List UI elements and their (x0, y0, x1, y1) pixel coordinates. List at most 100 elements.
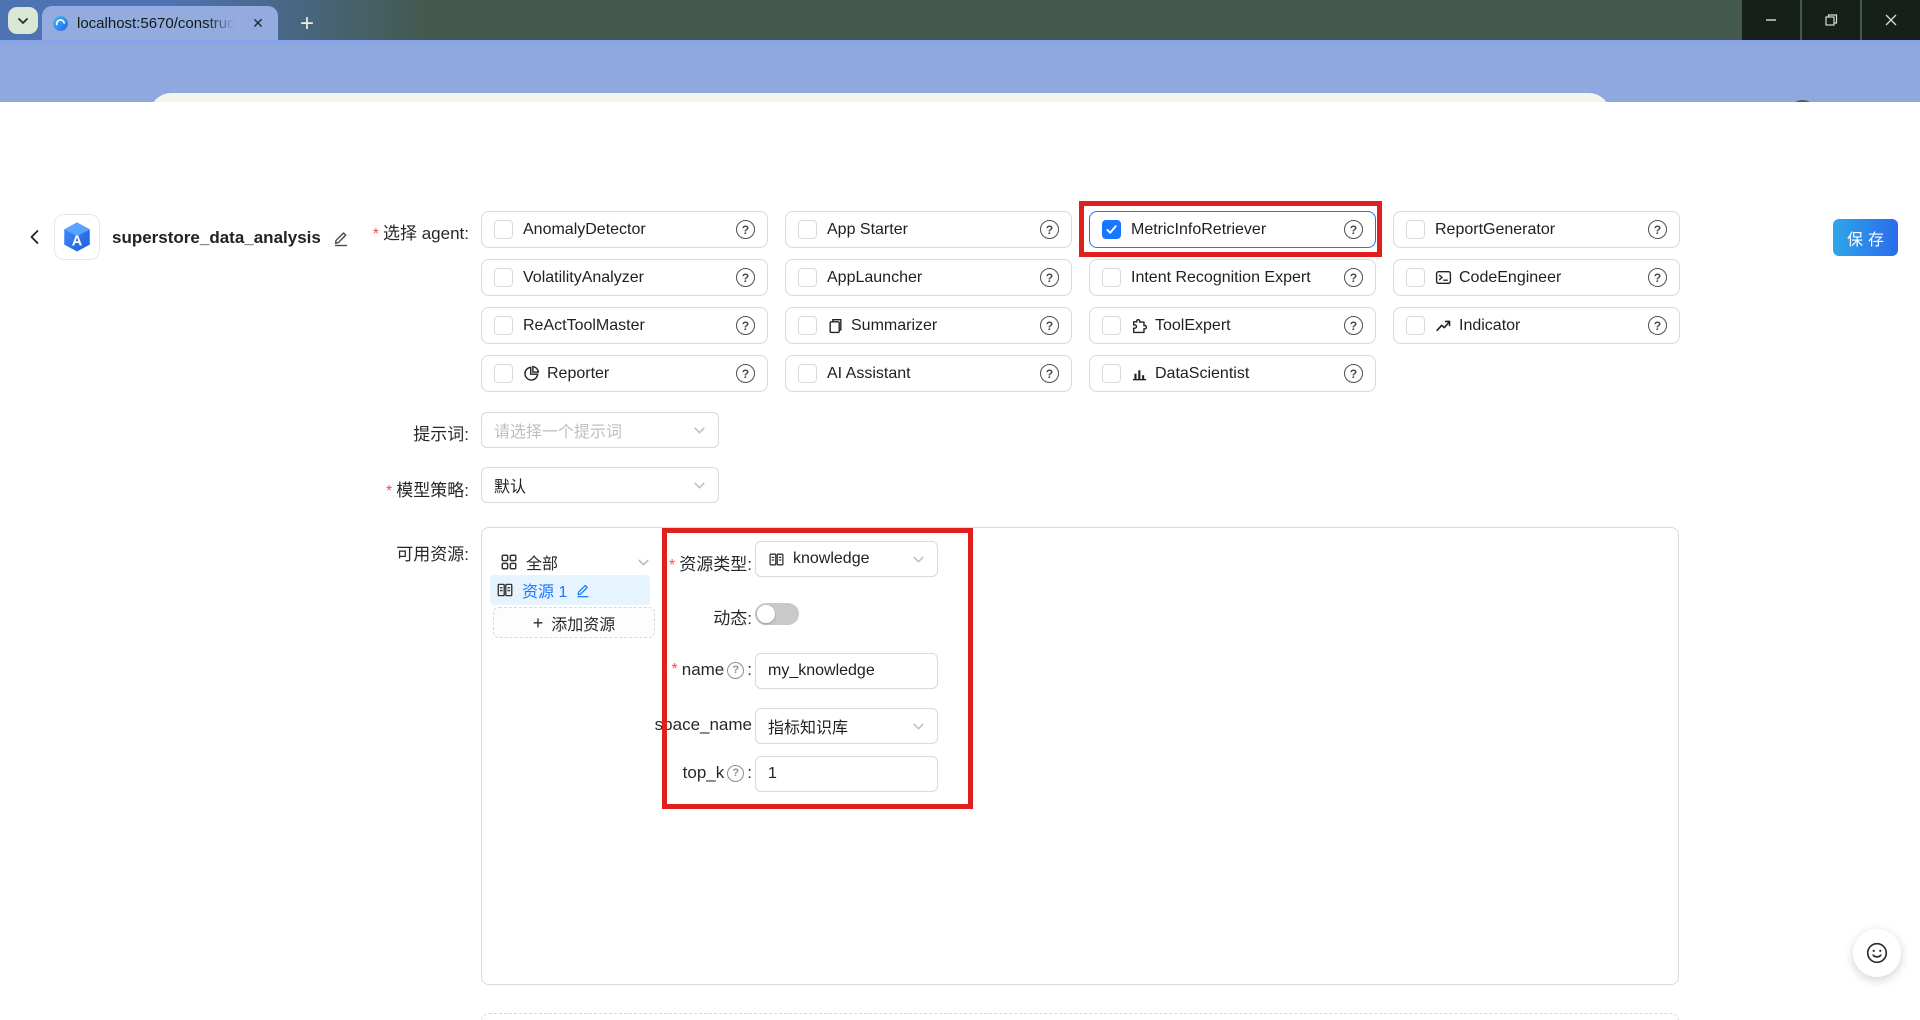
agent-checkbox[interactable] (494, 220, 513, 239)
prompt-select-placeholder: 请选择一个提示词 (494, 418, 622, 442)
terminal-icon (1435, 269, 1452, 286)
agent-checkbox[interactable] (1102, 268, 1121, 287)
agent-label: App Starter (827, 221, 908, 239)
feedback-button[interactable] (1853, 929, 1901, 977)
agent-card-codeengineer[interactable]: CodeEngineer ? (1393, 259, 1680, 296)
agent-checkbox[interactable] (798, 316, 817, 335)
chevron-down-icon (693, 424, 706, 437)
resources-panel (481, 527, 1679, 985)
agent-card-datascientist[interactable]: DataScientist ? (1089, 355, 1376, 392)
tab-search-button[interactable] (8, 7, 38, 34)
help-icon[interactable]: ? (1040, 364, 1059, 383)
agent-card-volatilityanalyzer[interactable]: VolatilityAnalyzer ? (481, 259, 768, 296)
agent-card-reportgenerator[interactable]: ReportGenerator ? (1393, 211, 1680, 248)
model-strategy-field-label: *模型策略: (386, 476, 469, 501)
agent-label: VolatilityAnalyzer (523, 269, 644, 287)
svg-text:A: A (72, 234, 83, 250)
agent-card-summarizer[interactable]: Summarizer ? (785, 307, 1072, 344)
minimize-icon[interactable] (1742, 0, 1800, 40)
agent-checkbox[interactable] (798, 364, 817, 383)
tab-title: localhost:5670/construct/app (77, 15, 235, 32)
chevron-down-icon (17, 15, 29, 27)
help-icon[interactable]: ? (1648, 220, 1667, 239)
browser-tab[interactable]: localhost:5670/construct/app ✕ (42, 6, 278, 40)
new-tab-button[interactable]: + (292, 9, 322, 39)
agent-card-intent-recognition-expert[interactable]: Intent Recognition Expert ? (1089, 259, 1376, 296)
agent-checkbox[interactable] (494, 364, 513, 383)
agent-checkbox[interactable] (494, 316, 513, 335)
help-icon[interactable]: ? (736, 220, 755, 239)
model-strategy-select[interactable]: 默认 (481, 467, 719, 503)
help-icon[interactable]: ? (736, 316, 755, 335)
chevron-down-icon[interactable] (637, 556, 650, 569)
resource-tree-all[interactable]: 全部 (500, 549, 650, 575)
agent-card-anomalydetector[interactable]: AnomalyDetector ? (481, 211, 768, 248)
edit-resource-icon[interactable] (575, 582, 591, 598)
prompt-field-label: 提示词: (413, 420, 469, 445)
edit-title-icon[interactable] (332, 229, 350, 247)
page-title: superstore_data_analysis (112, 228, 321, 248)
agent-checkbox[interactable] (1102, 316, 1121, 335)
agent-label: Summarizer (851, 317, 937, 335)
help-icon[interactable]: ? (1648, 268, 1667, 287)
screen: localhost:5670/construct/app ✕ + localho… (0, 0, 1920, 1020)
help-icon[interactable]: ? (1040, 316, 1059, 335)
agent-checkbox[interactable] (798, 268, 817, 287)
agent-card-reporter[interactable]: Reporter ? (481, 355, 768, 392)
agent-checkbox[interactable] (1406, 220, 1425, 239)
agent-label: AppLauncher (827, 269, 922, 287)
agent-label: ReportGenerator (1435, 221, 1555, 239)
restore-icon[interactable] (1802, 0, 1860, 40)
favicon-icon (52, 15, 69, 32)
app-logo: A (54, 214, 100, 260)
annotation-box-resource-form (662, 528, 973, 809)
tab-close-icon[interactable]: ✕ (248, 13, 268, 33)
agent-card-app-starter[interactable]: App Starter ? (785, 211, 1072, 248)
window-controls (1740, 0, 1920, 40)
agent-label: Intent Recognition Expert (1131, 269, 1311, 287)
browser-toolbar: localhost:5670/construct/app/extra en (0, 40, 1920, 102)
help-icon[interactable]: ? (1648, 316, 1667, 335)
agent-checkbox[interactable] (1102, 364, 1121, 383)
help-icon[interactable]: ? (736, 364, 755, 383)
help-icon[interactable]: ? (1040, 268, 1059, 287)
agent-card-indicator[interactable]: Indicator ? (1393, 307, 1680, 344)
help-icon[interactable]: ? (1040, 220, 1059, 239)
annotation-box-agent (1079, 201, 1382, 257)
agent-checkbox[interactable] (1406, 316, 1425, 335)
agent-card-reacttoolmaster[interactable]: ReActToolMaster ? (481, 307, 768, 344)
agent-label: AnomalyDetector (523, 221, 646, 239)
agent-checkbox[interactable] (798, 220, 817, 239)
agent-label: DataScientist (1155, 365, 1249, 383)
agent-checkbox[interactable] (1406, 268, 1425, 287)
bar-chart-icon (1131, 365, 1148, 382)
agent-label: ReActToolMaster (523, 317, 645, 335)
trend-up-icon (1435, 317, 1452, 334)
agent-card-toolexpert[interactable]: ToolExpert ? (1089, 307, 1376, 344)
agent-label: CodeEngineer (1459, 269, 1561, 287)
book-icon (496, 581, 514, 599)
add-resource-button[interactable]: + 添加资源 (493, 607, 655, 638)
help-icon[interactable]: ? (736, 268, 755, 287)
resource-tree-item[interactable]: 资源 1 (490, 575, 650, 605)
puzzle-icon (1131, 317, 1148, 334)
pie-chart-icon (523, 365, 540, 382)
agent-checkbox[interactable] (494, 268, 513, 287)
agent-card-applauncher[interactable]: AppLauncher ? (785, 259, 1072, 296)
plus-icon: + (533, 614, 544, 632)
agent-card-ai-assistant[interactable]: AI Assistant ? (785, 355, 1072, 392)
browser-titlebar: localhost:5670/construct/app ✕ + (0, 0, 1920, 40)
save-button[interactable]: 保存 (1833, 219, 1898, 256)
prompt-select[interactable]: 请选择一个提示词 (481, 412, 719, 448)
close-icon[interactable] (1862, 0, 1920, 40)
model-strategy-value: 默认 (494, 473, 526, 497)
help-icon[interactable]: ? (1344, 268, 1363, 287)
chevron-down-icon (693, 479, 706, 492)
copy-document-icon (827, 317, 844, 334)
agent-label: Indicator (1459, 317, 1520, 335)
grid-icon (500, 553, 518, 571)
page-back-button[interactable] (22, 224, 48, 250)
help-icon[interactable]: ? (1344, 364, 1363, 383)
help-icon[interactable]: ? (1344, 316, 1363, 335)
resources-field-label: 可用资源: (396, 540, 469, 565)
